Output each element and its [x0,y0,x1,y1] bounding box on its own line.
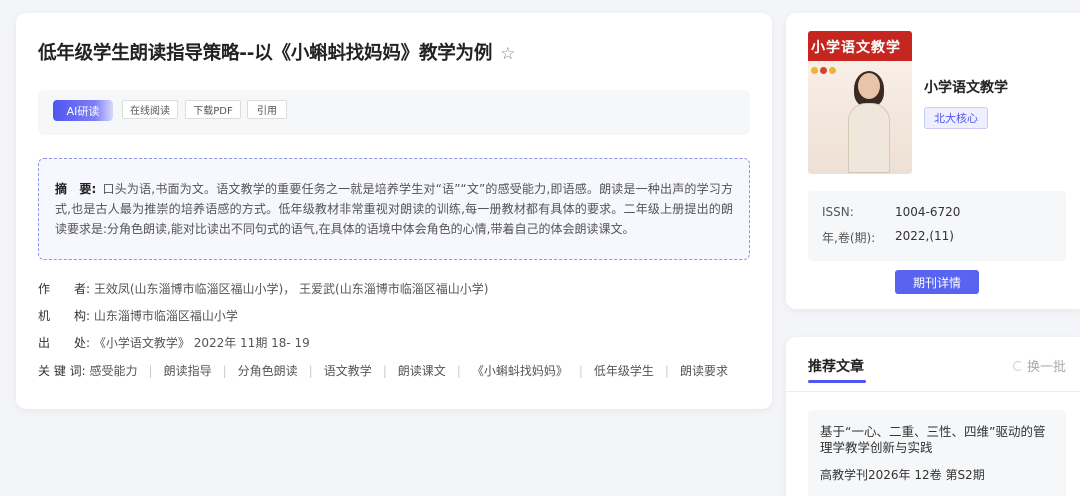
issn-label: ISSN: [822,205,854,219]
journal-detail-button[interactable]: 期刊详情 [895,270,979,294]
organization-value[interactable]: 山东淄博市临淄区福山小学 [94,309,238,323]
cover-dots [811,67,836,74]
abstract-box: 摘 要: 口头为语,书面为文。语文教学的重要任务之一就是培养学生对“语”“文”的感… [38,158,750,260]
volume-label: 年,卷(期): [822,231,876,245]
authors-row: 作 者: 王效凤(山东淄博市临淄区福山小学)， 王爱武(山东淄博市临淄区福山小学… [38,280,488,297]
source-row: 出 处: 《小学语文教学》 2022年 11期 18- 19 [38,334,310,351]
article-title-text: 低年级学生朗读指导策略--以《小蝌蚪找妈妈》教学为例 [38,43,493,64]
issn-value: 1004-6720 [895,205,961,219]
core-journal-badge: 北大核心 [924,107,988,129]
download-pdf-button[interactable]: 下载PDF [185,100,241,119]
volume-value: 2022,(11) [895,229,954,243]
keyword-link[interactable]: 低年级学生 [594,364,654,378]
abstract-label: 摘 要: [55,182,97,196]
recommended-card: 推荐文章 换一批 基于“一心、二重、三性、四维”驱动的管理学教学创新与实践 高教… [786,337,1080,496]
keyword-link[interactable]: 分角色朗读 [238,364,298,378]
read-online-button[interactable]: 在线阅读 [122,100,178,119]
cover-title: 小学语文教学 [811,40,901,56]
article-title: 低年级学生朗读指导策略--以《小蝌蚪找妈妈》教学为例 ☆ [38,39,515,65]
keyword-separator: | [222,364,227,378]
cite-button[interactable]: 引用 [247,100,287,119]
issn-row: ISSN: 1004-6720 [822,205,1066,229]
keyword-separator: | [664,364,669,378]
organization-label: 机 构: [38,309,91,323]
keyword-link[interactable]: 语文教学 [324,364,372,378]
divider [786,391,1080,392]
journal-card: 小学语文教学 小学语文教学 北大核心 ISSN: 1004-6720 年,卷(期… [786,13,1080,309]
keyword-separator: | [578,364,583,378]
recommended-article-source: 高教学刊2026年 12卷 第S2期 [820,468,985,482]
cover-portrait [846,71,892,173]
organization-row: 机 构: 山东淄博市临淄区福山小学 [38,307,238,324]
article-card: 低年级学生朗读指导策略--以《小蝌蚪找妈妈》教学为例 ☆ AI研读 在线阅读 下载… [16,13,772,409]
journal-name[interactable]: 小学语文教学 [924,77,1008,97]
refresh-icon [1012,360,1023,371]
favorite-star-icon[interactable]: ☆ [500,44,515,64]
keywords-label: 关 键 词: [38,364,86,378]
journal-info-box: ISSN: 1004-6720 年,卷(期): 2022,(11) [808,191,1066,261]
abstract-text: 口头为语,书面为文。语文教学的重要任务之一就是培养学生对“语”“文”的感受能力,… [55,182,733,236]
keyword-link[interactable]: 朗读要求 [680,364,728,378]
recommended-article-item[interactable]: 基于“一心、二重、三性、四维”驱动的管理学教学创新与实践 高教学刊2026年 1… [808,410,1066,496]
source-label: 出 处: [38,336,91,350]
volume-row: 年,卷(期): 2022,(11) [822,229,1066,253]
refresh-button[interactable]: 换一批 [1012,356,1066,375]
authors-label: 作 者: [38,282,91,296]
refresh-label: 换一批 [1026,360,1066,375]
authors-value[interactable]: 王效凤(山东淄博市临淄区福山小学)， 王爱武(山东淄博市临淄区福山小学) [94,282,489,296]
journal-cover-image[interactable]: 小学语文教学 [808,31,912,174]
source-value[interactable]: 《小学语文教学》 2022年 11期 18- 19 [94,336,310,350]
keywords-row: 关 键 词: 感受能力 | 朗读指导 | 分角色朗读 | 语文教学 | 朗读课文 | 《小蝌蚪找妈妈… [38,362,728,379]
keyword-link[interactable]: 朗读课文 [398,364,446,378]
keyword-separator: | [148,364,153,378]
ai-read-button[interactable]: AI研读 [53,100,113,121]
keyword-link[interactable]: 《小蝌蚪找妈妈》 [472,364,568,378]
keyword-separator: | [382,364,387,378]
keyword-separator: | [308,364,313,378]
recommended-title: 推荐文章 [808,359,864,375]
keyword-separator: | [456,364,461,378]
keyword-link[interactable]: 朗读指导 [164,364,212,378]
article-toolbar: AI研读 在线阅读 下载PDF 引用 [38,90,750,135]
recommended-title-underline [808,380,866,383]
keyword-link[interactable]: 感受能力 [90,364,138,378]
recommended-article-title[interactable]: 基于“一心、二重、三性、四维”驱动的管理学教学创新与实践 [820,424,1052,456]
